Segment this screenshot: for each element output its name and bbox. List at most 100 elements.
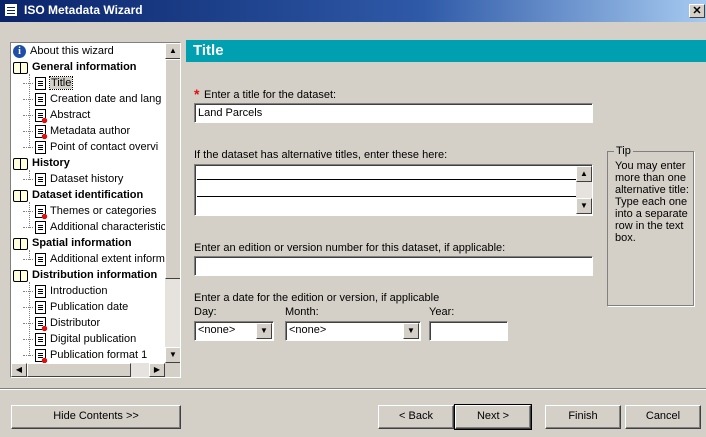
scrollbar-corner	[165, 363, 180, 377]
tree-connector	[23, 211, 33, 212]
year-label: Year:	[429, 306, 455, 318]
tree-item-label: Distributor	[50, 317, 101, 329]
scroll-up-icon[interactable]: ▲	[576, 166, 592, 182]
next-button[interactable]: Next >	[454, 404, 532, 430]
required-page-icon	[35, 349, 49, 363]
required-page-icon	[35, 205, 49, 221]
tree-item[interactable]: Publication format 1	[23, 348, 148, 363]
page-icon	[35, 253, 46, 266]
book-icon	[13, 157, 28, 170]
finish-button[interactable]: Finish	[545, 405, 621, 429]
day-select[interactable]: <none> ▼	[194, 321, 274, 341]
book-icon	[13, 61, 28, 74]
scroll-left-icon[interactable]: ◀	[11, 363, 27, 377]
tree-item-label: Distribution information	[32, 269, 158, 281]
hide-contents-button[interactable]: Hide Contents >>	[11, 405, 181, 429]
tree-item-label: Point of contact overvi	[50, 141, 159, 153]
tree-item[interactable]: Distribution information	[13, 268, 157, 283]
tree-connector	[23, 99, 33, 100]
tree-item[interactable]: Dataset history	[23, 172, 124, 187]
chevron-down-icon[interactable]: ▼	[256, 323, 272, 339]
tree-item-label: Abstract	[50, 109, 91, 121]
date-label: Enter a date for the edition or version,…	[194, 292, 440, 304]
page-icon	[35, 141, 46, 154]
page-icon	[35, 173, 46, 186]
tree-item[interactable]: Spatial information	[13, 236, 132, 251]
tree-item[interactable]: Digital publication	[23, 332, 137, 347]
tree-connector	[23, 291, 33, 292]
tree-item-label: Metadata author	[50, 125, 131, 137]
tree-item[interactable]: Introduction	[23, 284, 107, 299]
tree-connector	[23, 131, 33, 132]
tree-item[interactable]: General information	[13, 60, 137, 75]
alt-titles-grid[interactable]: ▲ ▼	[194, 164, 593, 216]
tree-item[interactable]: Additional extent inform	[23, 252, 165, 267]
page-header: Title	[186, 40, 706, 62]
required-star-icon: *	[194, 86, 200, 102]
tree-connector	[23, 323, 33, 324]
tree-item-label: Additional characteristic	[50, 221, 165, 233]
tree-item[interactable]: History	[13, 156, 70, 171]
tree-connector	[23, 339, 33, 340]
tree-item[interactable]: i About this wizard	[13, 44, 114, 59]
app-icon	[4, 3, 18, 17]
tree-item[interactable]: Additional characteristic	[23, 220, 165, 235]
scroll-down-icon[interactable]: ▼	[576, 198, 592, 214]
page-icon	[35, 77, 46, 90]
hscroll-thumb[interactable]	[27, 363, 131, 377]
button-separator	[0, 388, 706, 390]
back-button[interactable]: < Back	[378, 405, 454, 429]
tree-item[interactable]: Abstract	[23, 108, 91, 125]
month-select[interactable]: <none> ▼	[285, 321, 421, 341]
scroll-up-icon[interactable]: ▲	[165, 43, 180, 59]
scroll-thumb[interactable]	[165, 59, 180, 279]
page-icon	[35, 301, 46, 314]
tree-item-label: About this wizard	[30, 45, 114, 57]
tree-item[interactable]: Creation date and lang	[23, 92, 162, 107]
tree-guide-line	[29, 74, 30, 148]
tree-item-label: Dataset history	[50, 173, 124, 185]
edition-label: Enter an edition or version number for t…	[194, 242, 506, 254]
tree-item[interactable]: Metadata author	[23, 124, 131, 141]
tree-connector	[23, 179, 33, 180]
required-page-icon	[35, 125, 49, 141]
tree-item-label: History	[32, 157, 70, 169]
tree-connector	[23, 115, 33, 116]
tree-guide-line	[29, 250, 30, 260]
tree-item-label: Publication date	[50, 301, 129, 313]
scroll-right-icon[interactable]: ▶	[149, 363, 165, 377]
required-page-icon	[35, 109, 49, 125]
tip-legend: Tip	[614, 145, 633, 157]
tree-item[interactable]: Distributor	[23, 316, 101, 333]
tree-item[interactable]: Dataset identification	[13, 188, 143, 203]
tree-item[interactable]: Title	[23, 76, 74, 91]
book-icon	[13, 269, 28, 282]
title-label: Enter a title for the dataset:	[204, 89, 337, 101]
chevron-down-icon[interactable]: ▼	[403, 323, 419, 339]
year-input[interactable]	[429, 321, 508, 341]
page-title: Title	[193, 42, 224, 59]
tree-item-label: Additional extent inform	[50, 253, 165, 265]
tree-item[interactable]: Point of contact overvi	[23, 140, 159, 155]
tree-connector	[23, 259, 33, 260]
edition-input[interactable]	[194, 256, 593, 276]
window-title: ISO Metadata Wizard	[24, 3, 143, 17]
alt-titles-scrollbar[interactable]: ▲ ▼	[576, 166, 592, 214]
title-bar: ISO Metadata Wizard ✕	[0, 0, 706, 22]
tree-item[interactable]: Publication date	[23, 300, 129, 315]
tree-vertical-scrollbar[interactable]: ▲ ▼	[165, 43, 180, 363]
cancel-button[interactable]: Cancel	[625, 405, 701, 429]
title-input[interactable]: Land Parcels	[194, 103, 593, 123]
tree-item-label: Spatial information	[32, 237, 132, 249]
tree-connector	[23, 83, 33, 84]
tree-item-label: Publication format 1	[50, 349, 148, 361]
tree-item[interactable]: Themes or categories	[23, 204, 156, 221]
scroll-down-icon[interactable]: ▼	[165, 347, 180, 363]
tree-item-label: Creation date and lang	[50, 93, 162, 105]
tree-horizontal-scrollbar[interactable]: ◀ ▶	[11, 363, 165, 377]
close-button[interactable]: ✕	[689, 4, 705, 18]
tree-item-label: Digital publication	[50, 333, 137, 345]
contents-tree[interactable]: i About this wizard General information Tit…	[10, 42, 181, 378]
tree-connector	[23, 147, 33, 148]
tree-connector	[23, 227, 33, 228]
